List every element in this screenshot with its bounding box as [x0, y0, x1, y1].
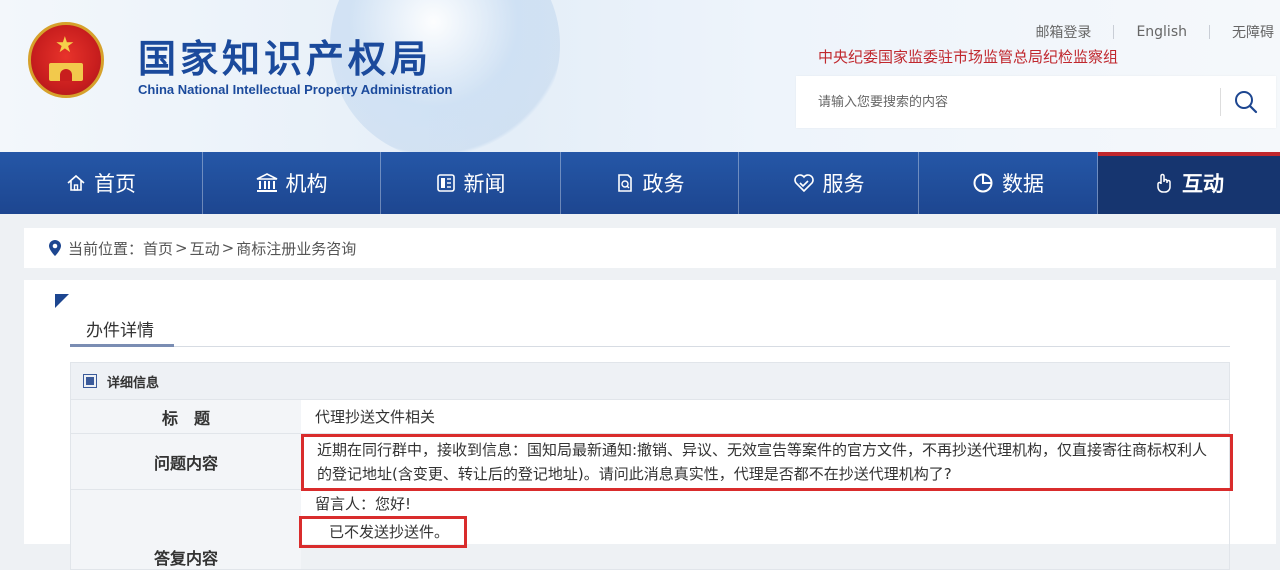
- question-highlight-box: [301, 434, 1233, 491]
- nav-label: 服务: [822, 172, 865, 196]
- detail-panel: 办件详情 详细信息 标 题 代理抄送文件相关 问题内容 近期在同行群中，接收到信…: [24, 280, 1276, 570]
- news-icon: [436, 174, 455, 192]
- nav-label: 新闻: [463, 172, 506, 196]
- site-title-cn[interactable]: 国家知识产权局: [138, 28, 432, 83]
- active-tab-indicator: [70, 344, 174, 347]
- service-icon: [793, 174, 814, 193]
- tab-divider: [70, 346, 1230, 347]
- answer-highlight-box: [299, 516, 467, 548]
- star-icon: ★: [55, 33, 75, 58]
- site-header: ★ 国家知识产权局 China National Intellectual Pr…: [0, 0, 1280, 152]
- table-row-question: 问题内容 近期在同行群中，接收到信息：国知局最新通知:撤销、异议、无效宣告等案件…: [70, 434, 1233, 491]
- breadcrumb: 当前位置： 首页 > 互动 > 商标注册业务咨询: [24, 228, 1276, 268]
- site-title-en: China National Intellectual Property Adm…: [138, 82, 453, 97]
- breadcrumb-prefix: 当前位置：: [68, 239, 144, 258]
- breadcrumb-interaction[interactable]: 互动: [190, 238, 220, 259]
- tiananmen-gate-icon: [49, 63, 83, 81]
- accessibility-link[interactable]: 无障碍: [1210, 22, 1280, 42]
- section-title: 详细信息: [107, 375, 160, 391]
- tab-case-details[interactable]: 办件详情: [86, 316, 154, 341]
- interaction-hand-icon: [1157, 173, 1171, 193]
- nav-item-service[interactable]: 服务: [739, 152, 919, 214]
- search-box: [796, 76, 1276, 128]
- nav-item-government-affairs[interactable]: 政务: [561, 152, 739, 214]
- nav-item-interaction[interactable]: 互动: [1098, 152, 1280, 214]
- row-value: 代理抄送文件相关: [315, 408, 436, 426]
- answer-content: 留言人：您好! 已不发送抄送件。: [299, 490, 1229, 569]
- nav-item-home[interactable]: 首页: [0, 152, 203, 214]
- nav-label: 政务: [642, 172, 685, 196]
- search-icon[interactable]: [1232, 88, 1262, 116]
- national-emblem-logo[interactable]: ★: [28, 22, 104, 98]
- nav-item-news[interactable]: 新闻: [381, 152, 561, 214]
- nav-label: 首页: [94, 172, 136, 196]
- nav-item-institution[interactable]: 机构: [203, 152, 381, 214]
- table-row-answer: 答复内容 留言人：您好! 已不发送抄送件。: [70, 490, 1230, 570]
- search-input[interactable]: [796, 76, 1216, 128]
- answer-line: 留言人：您好!: [315, 495, 412, 513]
- nav-label: 机构: [285, 172, 328, 196]
- row-label: 答复内容: [71, 490, 301, 569]
- nav-item-data[interactable]: 数据: [919, 152, 1098, 214]
- table-row-title: 标 题 代理抄送文件相关: [70, 400, 1230, 434]
- section-header: 详细信息: [70, 362, 1230, 400]
- row-label: 问题内容: [71, 434, 301, 489]
- mail-login-link[interactable]: 邮箱登录: [1013, 22, 1113, 42]
- corner-triangle-decoration: [55, 294, 69, 308]
- home-icon: [67, 174, 85, 191]
- english-link[interactable]: English: [1114, 24, 1209, 40]
- question-content: 近期在同行群中，接收到信息：国知局最新通知:撤销、异议、无效宣告等案件的官方文件…: [301, 434, 1233, 491]
- row-label: 标 题: [71, 400, 301, 433]
- nav-label: 数据: [1002, 172, 1044, 196]
- breadcrumb-separator: >: [175, 239, 188, 257]
- list-icon: [83, 374, 97, 388]
- data-pie-icon: [973, 173, 993, 193]
- supervision-link[interactable]: 中央纪委国家监委驻市场监管总局纪检监察组: [818, 46, 1118, 67]
- search-divider: [1220, 88, 1221, 116]
- breadcrumb-separator: >: [221, 239, 235, 257]
- breadcrumb-current[interactable]: 商标注册业务咨询: [236, 238, 356, 259]
- detail-table: 详细信息 标 题 代理抄送文件相关 问题内容 近期在同行群中，接收到信息：国知局…: [70, 362, 1233, 570]
- location-pin-icon: [49, 240, 61, 256]
- main-nav: 首页 机构 新闻 政务 服务 数据 互动: [0, 152, 1280, 214]
- institution-icon: [256, 173, 277, 192]
- breadcrumb-home[interactable]: 首页: [143, 238, 173, 259]
- government-affairs-icon: [617, 174, 632, 192]
- top-links: 邮箱登录 English 无障碍: [1013, 22, 1280, 42]
- nav-label: 互动: [1182, 172, 1224, 196]
